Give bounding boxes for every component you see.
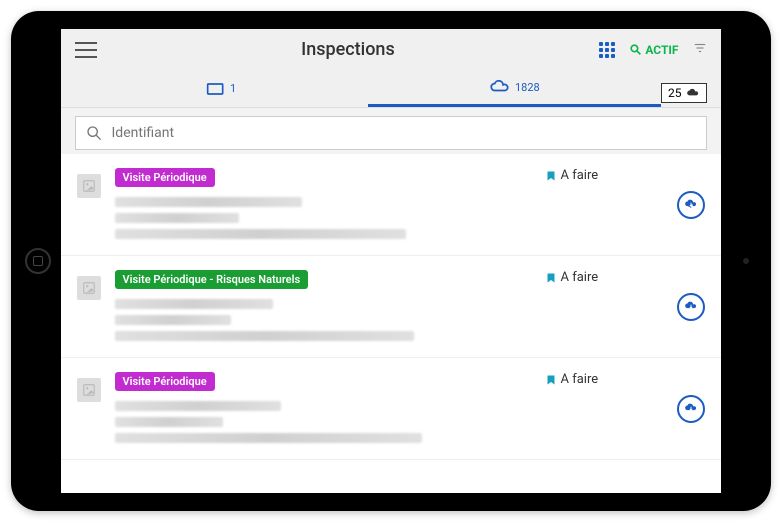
search-icon: [86, 125, 102, 141]
page-title: Inspections: [97, 39, 600, 60]
app-screen: Inspections ACTIF 1 182: [61, 29, 721, 493]
menu-icon[interactable]: [75, 42, 97, 58]
type-badge: Visite Périodique: [115, 372, 215, 391]
image-placeholder-icon: [77, 276, 101, 300]
tab-cloud[interactable]: 1828: [368, 70, 661, 107]
cloud-download-icon: [686, 88, 700, 98]
redacted-details: [115, 197, 531, 239]
tab-bar: 1 1828 25: [61, 70, 721, 108]
header-actions: ACTIF: [599, 40, 706, 59]
inspection-list: Visite Périodique A faire: [61, 154, 721, 493]
item-content: Visite Périodique: [115, 166, 531, 239]
list-item[interactable]: Visite Périodique A faire: [61, 358, 721, 460]
image-placeholder-icon: [77, 378, 101, 402]
download-button[interactable]: [677, 395, 705, 423]
redacted-details: [115, 401, 531, 443]
redacted-details: [115, 299, 531, 341]
search-icon: [629, 43, 642, 56]
type-badge: Visite Périodique: [115, 168, 215, 187]
filter-icon[interactable]: [693, 40, 707, 59]
bookmark-icon: [545, 271, 557, 285]
bookmark-icon: [545, 169, 557, 183]
type-badge: Visite Périodique - Risques Naturels: [115, 270, 309, 289]
download-button[interactable]: [677, 191, 705, 219]
list-item[interactable]: Visite Périodique - Risques Naturels A f…: [61, 256, 721, 358]
item-content: Visite Périodique: [115, 370, 531, 443]
tab-local[interactable]: 1: [75, 70, 368, 107]
search-bar[interactable]: [75, 116, 707, 150]
device-icon: [206, 82, 226, 96]
camera-dot: [743, 258, 749, 264]
image-placeholder-icon: [77, 174, 101, 198]
download-button[interactable]: [677, 293, 705, 321]
item-content: Visite Périodique - Risques Naturels: [115, 268, 531, 341]
bookmark-icon: [545, 373, 557, 387]
app-header: Inspections ACTIF: [61, 29, 721, 70]
tablet-frame: Inspections ACTIF 1 182: [11, 11, 771, 511]
search-input[interactable]: [112, 125, 696, 141]
list-item[interactable]: Visite Périodique A faire: [61, 154, 721, 256]
apps-icon[interactable]: [599, 42, 615, 58]
actif-filter-button[interactable]: ACTIF: [629, 43, 678, 57]
page-size-selector[interactable]: 25: [661, 83, 707, 103]
home-button[interactable]: [25, 248, 51, 274]
cloud-icon: [489, 80, 511, 94]
